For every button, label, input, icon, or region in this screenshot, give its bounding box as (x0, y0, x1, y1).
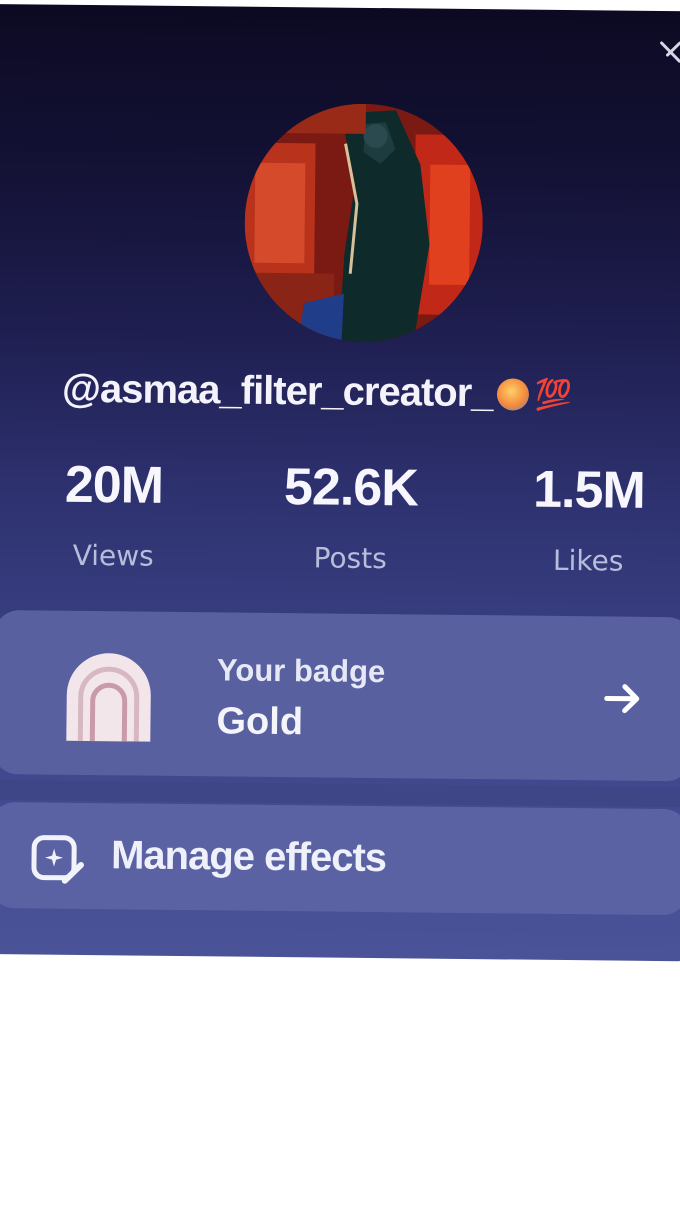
stat-likes[interactable]: 1.5M Likes (488, 461, 680, 578)
stat-posts-value: 52.6K (283, 458, 419, 518)
photo-background: @asmaa_filter_creator_ 💯 20M Views 52.6K … (0, 0, 680, 1209)
badge-arch-icon (58, 645, 159, 746)
manage-effects-label: Manage effects (110, 833, 387, 881)
arrow-right-icon[interactable] (600, 676, 651, 727)
hundred-points-emoji-icon: 💯 (534, 378, 572, 413)
username: @asmaa_filter_creator_ 💯 (62, 367, 662, 418)
face-with-hearts-emoji-icon (496, 378, 529, 411)
stat-views[interactable]: 20M Views (13, 456, 214, 573)
badge-card[interactable]: Your badge Gold (0, 610, 680, 782)
profile-panel: @asmaa_filter_creator_ 💯 20M Views 52.6K … (0, 4, 680, 962)
stat-posts[interactable]: 52.6K Posts (250, 458, 451, 576)
stat-likes-value: 1.5M (532, 460, 646, 520)
stat-likes-label: Likes (552, 543, 624, 578)
badge-title: Your badge (216, 652, 386, 690)
manage-effects-icon (29, 832, 86, 889)
stat-views-value: 20M (64, 455, 164, 515)
badge-value: Gold (216, 700, 304, 744)
username-text: @asmaa_filter_creator_ (61, 366, 493, 416)
stat-posts-label: Posts (313, 541, 387, 576)
stat-views-label: Views (72, 538, 154, 573)
close-icon[interactable] (653, 37, 680, 71)
manage-effects-button[interactable]: Manage effects (0, 801, 680, 916)
avatar[interactable] (243, 102, 484, 344)
